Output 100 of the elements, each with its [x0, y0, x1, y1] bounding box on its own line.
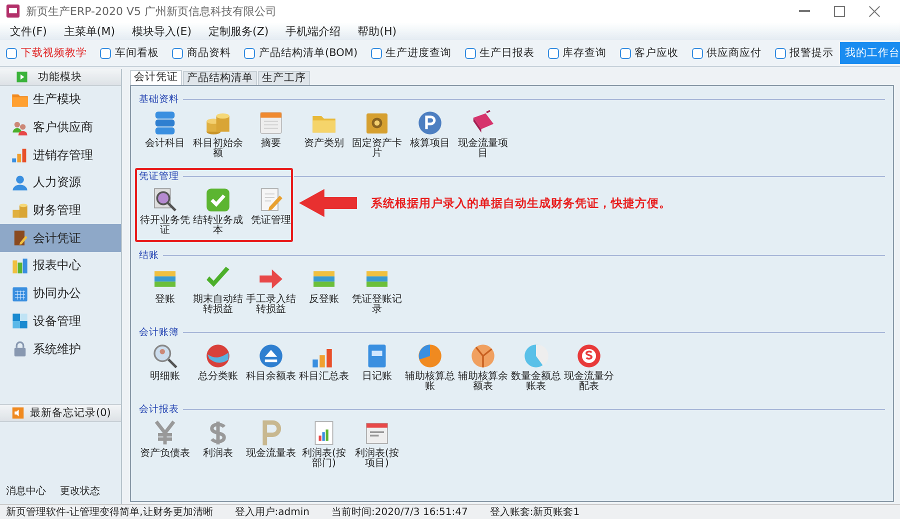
magnifier-icon	[151, 186, 179, 214]
sidebar-item[interactable]: 客户供应商	[0, 114, 121, 142]
tab[interactable]: 产品结构清单	[183, 71, 257, 85]
module-shortcut[interactable]: 期末自动结转损益	[192, 262, 244, 319]
checkmark-icon	[204, 186, 232, 214]
module-shortcut[interactable]: 利润表(按项目)	[351, 416, 403, 473]
sidebar-item[interactable]: 人力资源	[0, 169, 121, 197]
toolbar-label: 商品资料	[187, 46, 231, 60]
status-text: 登入用户:admin	[234, 506, 310, 519]
bar-chart-icon	[11, 146, 29, 164]
maximize-icon	[834, 6, 845, 16]
module-shortcut[interactable]: 现金流量分配表	[563, 339, 615, 396]
footer-link[interactable]: 消息中心	[6, 484, 46, 498]
module-shortcut[interactable]: 科目汇总表	[298, 339, 350, 396]
report-icon	[11, 256, 29, 275]
module-shortcut[interactable]: 利润表(按部门)	[298, 416, 350, 473]
calendar-icon	[11, 284, 29, 303]
module-shortcut[interactable]: 反登账	[298, 262, 350, 319]
toolbar-checkbox[interactable]: 生产日报表	[464, 46, 535, 60]
module-shortcut[interactable]: 辅助核算余额表	[457, 339, 509, 396]
header-label: 功能模块	[38, 70, 82, 84]
s-circle-icon	[575, 342, 603, 370]
eject-icon	[257, 342, 285, 370]
window-title: 新页生产ERP-2020 V5 广州新页信息科技有限公司	[26, 4, 278, 18]
close-icon	[869, 6, 880, 16]
module-shortcut[interactable]: 凭证登账记录	[351, 262, 403, 319]
module-shortcut[interactable]: 待开业务凭证	[139, 183, 191, 240]
search-person-icon	[151, 342, 179, 370]
module-shortcut[interactable]: 固定资产卡片	[351, 106, 403, 163]
speaker-icon	[12, 406, 24, 419]
toolbar-checkbox[interactable]: 下载视频教学	[6, 46, 87, 60]
sidebar-item[interactable]: 设备管理	[0, 308, 121, 336]
toolbar-checkbox[interactable]: 生产进度查询	[370, 46, 452, 60]
sidebar-item[interactable]: 生产模块	[0, 86, 121, 114]
toolbar-checkbox[interactable]: 供应商应付	[692, 46, 762, 60]
menu-item[interactable]: 主菜单(M)	[58, 24, 126, 38]
module-shortcut[interactable]: 数量金额总账表	[510, 339, 562, 396]
calendar-icon	[257, 109, 285, 137]
module-shortcut[interactable]: 利润表	[192, 416, 244, 473]
module-shortcut[interactable]: 会计科目	[139, 106, 191, 163]
sidebar-item[interactable]: 会计凭证	[0, 224, 121, 252]
minimize-icon	[799, 10, 810, 12]
header-label: 最新备忘记录(0)	[30, 406, 111, 420]
section-title: 凭证管理	[139, 170, 179, 183]
section-title: 结账	[139, 249, 159, 262]
coins-icon	[11, 202, 29, 220]
module-shortcut[interactable]: 资产负债表	[139, 416, 191, 473]
sidebar-item[interactable]: 报表中心	[0, 252, 121, 280]
toolbar-checkbox[interactable]: 库存查询	[548, 46, 607, 60]
sidebar-item[interactable]: 进销存管理	[0, 141, 121, 170]
module-shortcut[interactable]: 结转业务成本	[192, 183, 244, 240]
section-title: 会计账簿	[139, 326, 179, 339]
play-icon	[16, 71, 28, 83]
arrow-icon	[299, 187, 357, 219]
tiles-icon	[11, 312, 29, 330]
module-shortcut[interactable]: 核算项目	[404, 106, 456, 163]
toolbar-checkbox[interactable]: 客户应收	[620, 46, 679, 60]
section-title: 会计报表	[139, 403, 179, 416]
toolbar-label: 库存查询	[562, 46, 607, 60]
status-text: 新页管理软件-让管理变得简单,让财务更加清晰	[6, 506, 213, 519]
module-shortcut[interactable]: 资产类别	[298, 106, 350, 163]
module-shortcut[interactable]: 总分类账	[192, 339, 244, 396]
module-shortcut[interactable]: 摘要	[245, 106, 297, 163]
toolbar-checkbox[interactable]: 报警提示	[774, 46, 834, 60]
sidebar-item[interactable]: 财务管理	[0, 196, 121, 224]
toolbar-checkbox[interactable]: 车间看板	[100, 46, 159, 60]
module-shortcut[interactable]: 手工录入结转损益	[245, 262, 297, 319]
toolbar-checkbox[interactable]: 商品资料	[172, 46, 231, 60]
sidebar-item[interactable]: 协同办公	[0, 280, 121, 308]
pie-chart-icon	[469, 342, 497, 370]
footer-link[interactable]: 更改状态	[60, 484, 100, 498]
module-shortcut[interactable]: 现金流量项目	[457, 106, 509, 163]
module-shortcut[interactable]: 登账	[139, 262, 191, 319]
p-circle-icon	[416, 109, 444, 137]
module-shortcut[interactable]: 凭证管理	[245, 183, 297, 240]
menu-item[interactable]: 模块导入(E)	[126, 24, 203, 38]
person-icon	[11, 174, 29, 192]
toolbar-label: 生产日报表	[480, 46, 535, 60]
toolbar-label: 下载视频教学	[21, 46, 87, 60]
module-shortcut[interactable]: 科目初始余额	[192, 106, 244, 163]
tab[interactable]: 会计凭证	[130, 70, 182, 85]
module-shortcut[interactable]: 明细账	[139, 339, 191, 396]
module-shortcut[interactable]: 辅助核算总账	[404, 339, 456, 396]
menu-item[interactable]: 文件(F)	[4, 24, 58, 38]
toolbar-label: 车间看板	[115, 46, 159, 60]
menu-item[interactable]: 手机端介绍	[280, 24, 352, 38]
module-shortcut[interactable]: 现金流量表	[245, 416, 297, 473]
pie-chart-icon	[522, 342, 550, 370]
pie-chart-icon	[416, 342, 444, 370]
menu-item[interactable]: 定制服务(Z)	[202, 24, 280, 38]
status-text: 登入账套:新页账套1	[490, 506, 580, 519]
module-shortcut[interactable]: 日记账	[351, 339, 403, 396]
toolbar-label: 报警提示	[790, 46, 834, 60]
app-logo-icon	[6, 4, 20, 18]
sidebar-item[interactable]: 系统维护	[0, 335, 121, 363]
module-shortcut[interactable]: 科目余额表	[245, 339, 297, 396]
menu-item[interactable]: 帮助(H)	[352, 24, 408, 38]
status-text: 当前时间:2020/7/3 16:51:47	[332, 506, 468, 519]
tab[interactable]: 生产工序	[258, 71, 310, 85]
section-title: 基础资料	[139, 93, 179, 106]
